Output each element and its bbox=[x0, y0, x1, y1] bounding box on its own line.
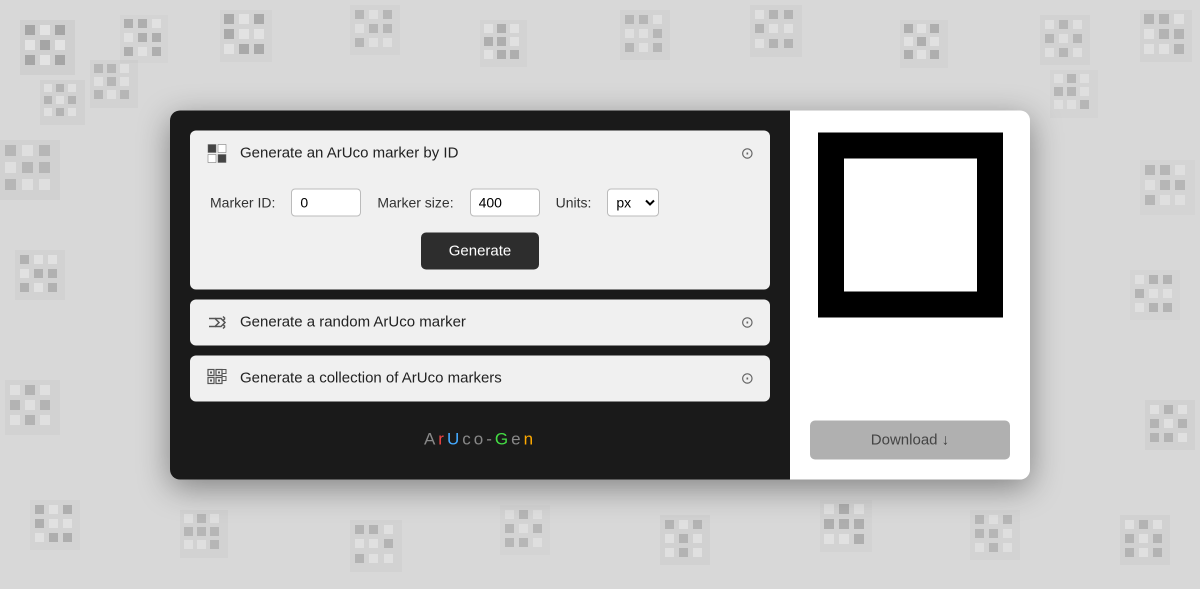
section-title-random: Generate a random ArUco marker bbox=[240, 314, 466, 331]
accordion-header-left: Generate an ArUco marker by ID bbox=[206, 142, 458, 164]
accordion-body-generate-by-id: Marker ID: Marker size: Units: px mm cm … bbox=[190, 176, 770, 289]
right-panel: Download ↓ bbox=[790, 110, 1030, 479]
shuffle-icon bbox=[206, 311, 228, 333]
accordion-section-generate-by-id: Generate an ArUco marker by ID ⊙ Marker … bbox=[190, 130, 770, 289]
bg-tile bbox=[500, 505, 550, 555]
accordion-section-random: Generate a random ArUco marker ⊙ bbox=[190, 299, 770, 345]
units-label: Units: bbox=[556, 194, 592, 210]
accordion-header-collection[interactable]: Generate a collection of ArUco markers ⊙ bbox=[190, 355, 770, 401]
marker-size-label: Marker size: bbox=[377, 194, 453, 210]
bg-tile bbox=[1145, 400, 1195, 450]
bg-tile bbox=[220, 10, 272, 62]
left-panel: Generate an ArUco marker by ID ⊙ Marker … bbox=[170, 110, 790, 479]
form-row-marker: Marker ID: Marker size: Units: px mm cm … bbox=[210, 188, 750, 216]
accordion-header-left-collection: Generate a collection of ArUco markers bbox=[206, 367, 502, 389]
bg-tile bbox=[180, 510, 228, 558]
bg-tile bbox=[660, 515, 710, 565]
bg-tile bbox=[1050, 70, 1098, 118]
main-container: Generate an ArUco marker by ID ⊙ Marker … bbox=[170, 110, 1030, 479]
bg-tile bbox=[30, 500, 80, 550]
marker-size-input[interactable] bbox=[470, 188, 540, 216]
bg-tile bbox=[820, 500, 872, 552]
bg-tile bbox=[1130, 270, 1180, 320]
accordion-header-generate-by-id[interactable]: Generate an ArUco marker by ID ⊙ bbox=[190, 130, 770, 176]
chevron-icon-1: ⊙ bbox=[741, 312, 754, 332]
download-button[interactable]: Download ↓ bbox=[810, 420, 1010, 459]
marker-id-label: Marker ID: bbox=[210, 194, 275, 210]
bg-tile bbox=[620, 10, 670, 60]
accordion-header-random[interactable]: Generate a random ArUco marker ⊙ bbox=[190, 299, 770, 345]
bg-tile bbox=[1120, 515, 1170, 565]
bg-tile bbox=[15, 250, 65, 300]
bg-tile bbox=[480, 20, 527, 67]
bg-tile bbox=[120, 15, 168, 63]
grid-icon bbox=[206, 142, 228, 164]
bg-tile bbox=[750, 5, 802, 57]
chevron-icon-2: ⊙ bbox=[741, 368, 754, 388]
bg-tile bbox=[1040, 15, 1090, 65]
chevron-icon-0: ⊙ bbox=[741, 143, 754, 163]
section-title-generate-by-id: Generate an ArUco marker by ID bbox=[240, 145, 458, 162]
bg-tile bbox=[20, 20, 75, 75]
aruco-marker-svg bbox=[818, 133, 1003, 318]
bg-tile bbox=[350, 520, 402, 572]
collection-icon bbox=[206, 367, 228, 389]
generate-button[interactable]: Generate bbox=[421, 232, 540, 269]
bg-tile bbox=[900, 20, 948, 68]
bg-tile bbox=[1140, 160, 1195, 215]
brand-name: ArUco-Gen bbox=[190, 411, 770, 449]
accordion-header-left-random: Generate a random ArUco marker bbox=[206, 311, 466, 333]
bg-tile bbox=[350, 5, 400, 55]
units-select[interactable]: px mm cm in bbox=[607, 188, 659, 216]
section-title-collection: Generate a collection of ArUco markers bbox=[240, 370, 502, 387]
marker-preview bbox=[815, 130, 1005, 320]
bg-tile bbox=[90, 60, 138, 108]
marker-id-input[interactable] bbox=[291, 188, 361, 216]
bg-tile bbox=[970, 510, 1020, 560]
bg-tile bbox=[1140, 10, 1192, 62]
bg-tile bbox=[40, 80, 85, 125]
bg-tile bbox=[5, 380, 60, 435]
bg-tile bbox=[0, 140, 60, 200]
accordion-section-collection: Generate a collection of ArUco markers ⊙ bbox=[190, 355, 770, 401]
